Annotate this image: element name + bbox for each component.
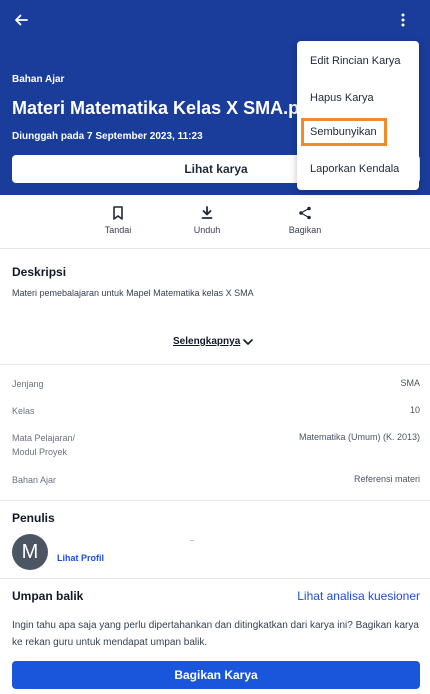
meta-label-level: Jenjang (12, 379, 44, 389)
feedback-description: Ingin tahu apa saja yang perlu dipertaha… (12, 620, 419, 648)
meta-label-material: Bahan Ajar (12, 475, 57, 485)
share-icon (299, 206, 311, 220)
read-more-link[interactable]: Selengkapnya (173, 336, 254, 347)
avatar: M (12, 534, 48, 570)
view-profile-link[interactable]: Lihat Profil (57, 553, 104, 563)
meta-label-class: Kelas (12, 406, 35, 416)
share-button[interactable]: Bagikan (275, 205, 335, 235)
more-vertical-icon (401, 13, 405, 27)
author-title: Penulis (12, 511, 55, 525)
description-text: Materi pemebalajaran untuk Mapel Matemat… (12, 288, 254, 298)
menu-item-edit[interactable]: Edit Rincian Karya (297, 47, 419, 75)
menu-item-delete[interactable]: Hapus Karya (297, 84, 419, 112)
bookmark-button[interactable]: Tandai (88, 205, 148, 235)
questionnaire-analysis-link[interactable]: Lihat analisa kuesioner (297, 589, 420, 603)
meta-label-subject: Mata Pelajaran/ Modul Proyek (12, 433, 76, 457)
back-button[interactable] (10, 9, 32, 31)
chevron-down-icon (243, 338, 254, 345)
meta-value-subject: Matematika (Umum) (K. 2013) (298, 432, 420, 442)
upload-date: Diunggah pada 7 September 2023, 11:23 (12, 131, 203, 142)
more-options-button[interactable] (394, 9, 412, 31)
author-name-placeholder (190, 540, 194, 541)
divider (0, 578, 430, 579)
content-type-label: Bahan Ajar (12, 74, 65, 85)
meta-value-level: SMA (400, 378, 420, 388)
action-bar: Tandai Unduh Bagikan (0, 195, 430, 249)
meta-value-class: 10 (409, 405, 420, 415)
bookmark-icon (113, 206, 123, 220)
share-label: Bagikan (288, 225, 322, 235)
menu-item-hide[interactable]: Sembunyikan (301, 118, 387, 146)
feedback-title: Umpan balik (12, 589, 84, 603)
options-menu: Edit Rincian Karya Hapus Karya Sembunyik… (297, 41, 419, 190)
download-button[interactable]: Unduh (177, 205, 237, 235)
menu-item-report[interactable]: Laporkan Kendala (297, 155, 419, 183)
divider (0, 364, 430, 365)
read-more-label: Selengkapnya (173, 336, 241, 347)
divider (0, 500, 430, 501)
page-title: Materi Matematika Kelas X SMA.pdf (12, 98, 317, 118)
download-label: Unduh (193, 225, 221, 235)
download-icon (201, 206, 213, 219)
arrow-left-icon (15, 14, 28, 26)
bookmark-label: Tandai (104, 225, 132, 235)
meta-value-material: Referensi materi (353, 474, 420, 484)
description-title: Deskripsi (12, 265, 67, 279)
share-work-button[interactable]: Bagikan Karya (12, 661, 420, 689)
